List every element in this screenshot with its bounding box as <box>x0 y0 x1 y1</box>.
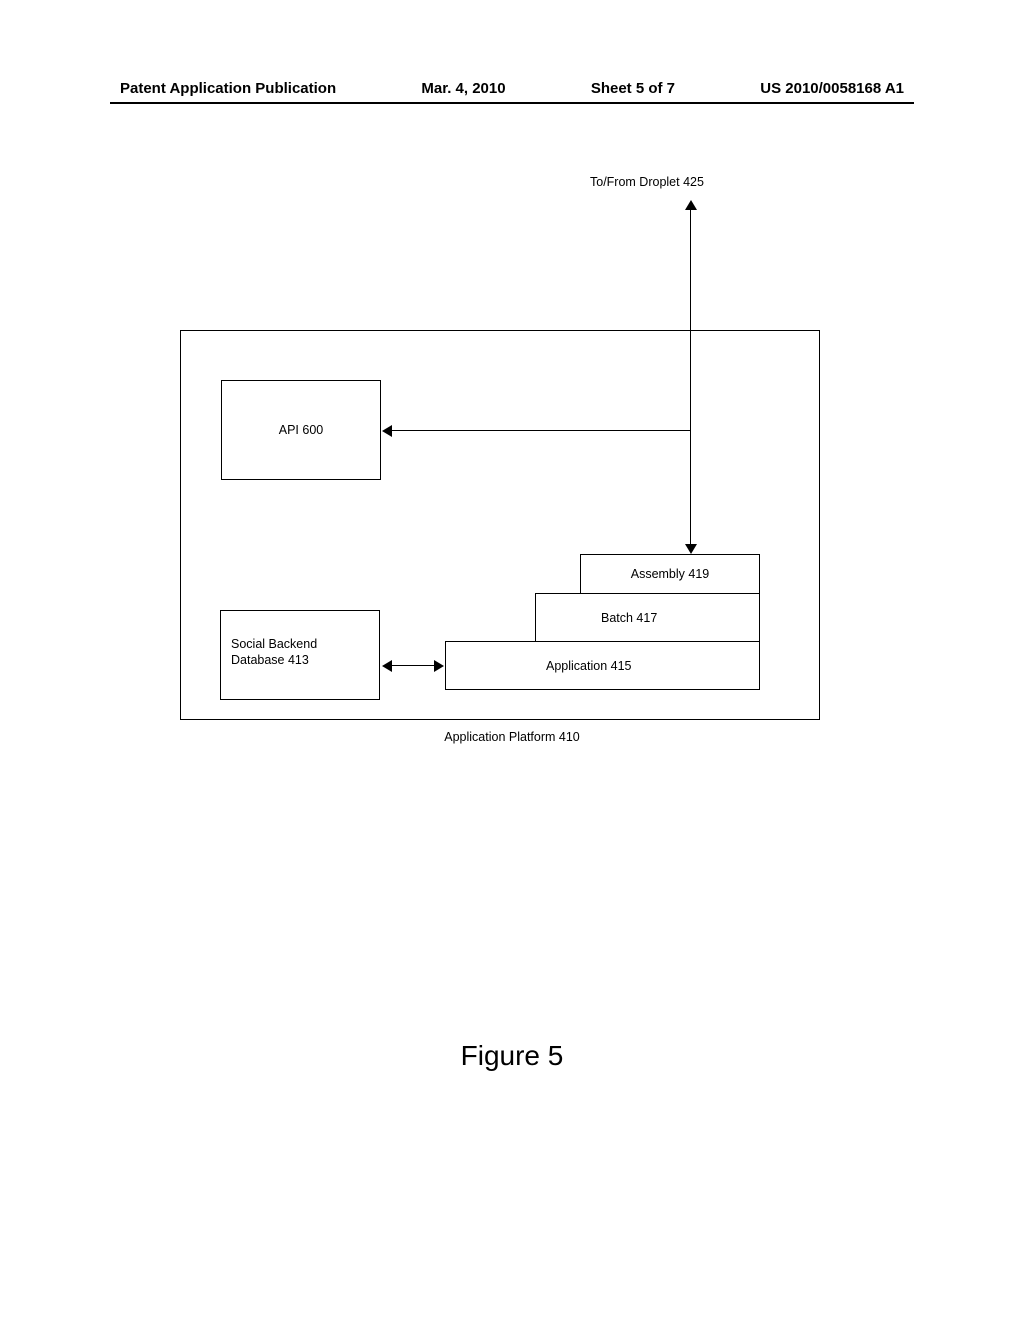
application-box: Application 415 <box>445 641 760 690</box>
arrow-droplet-segment-top <box>690 205 691 330</box>
arrow-db-app-line <box>392 665 434 666</box>
batch-box: Batch 417 <box>535 593 760 642</box>
social-backend-database-box: Social Backend Database 413 <box>220 610 380 700</box>
application-label: Application 415 <box>546 659 631 673</box>
batch-label: Batch 417 <box>601 611 657 625</box>
sheet-number: Sheet 5 of 7 <box>591 80 675 97</box>
droplet-label: To/From Droplet 425 <box>590 175 704 189</box>
api-box: API 600 <box>221 380 381 480</box>
assembly-box: Assembly 419 <box>580 554 760 594</box>
publication-date: Mar. 4, 2010 <box>421 80 505 97</box>
api-label: API 600 <box>279 423 323 437</box>
social-db-line1: Social Backend <box>231 636 379 652</box>
platform-label: Application Platform 410 <box>0 730 1024 744</box>
arrow-api-line <box>392 430 690 431</box>
arrowhead-db-left-icon <box>382 660 392 672</box>
arrowhead-db-right-icon <box>434 660 444 672</box>
figure-label: Figure 5 <box>0 1040 1024 1072</box>
publication-type: Patent Application Publication <box>120 80 336 97</box>
publication-number: US 2010/0058168 A1 <box>760 80 904 97</box>
social-db-line2: Database 413 <box>231 652 379 668</box>
assembly-label: Assembly 419 <box>631 567 710 581</box>
header-divider <box>110 102 914 104</box>
page-header: Patent Application Publication Mar. 4, 2… <box>0 80 1024 97</box>
arrowhead-up-icon <box>685 200 697 210</box>
arrowhead-left-icon <box>382 425 392 437</box>
